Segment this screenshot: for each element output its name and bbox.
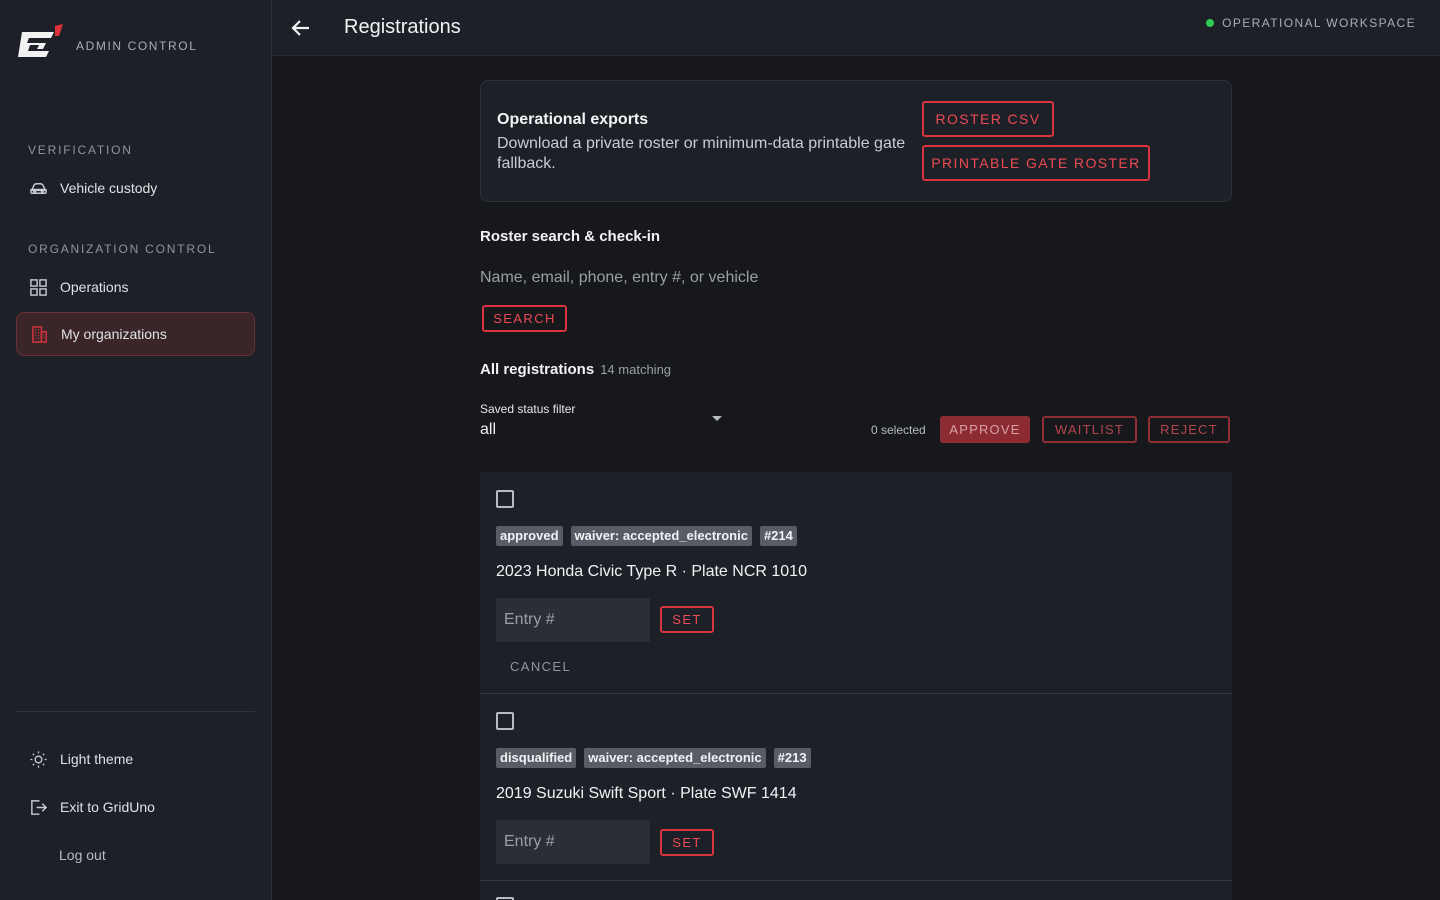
back-arrow-icon[interactable] xyxy=(288,15,314,41)
set-entry-button[interactable]: SET xyxy=(660,829,714,856)
sidebar-item-label: Vehicle custody xyxy=(60,180,158,196)
approve-button[interactable]: APPROVE xyxy=(940,416,1030,443)
vehicle-description: 2023 Honda Civic Type R · Plate NCR 1010 xyxy=(496,563,807,580)
chevron-down-icon[interactable] xyxy=(712,416,722,421)
registration-card: disqualified waiver: accepted_electronic… xyxy=(480,694,1232,881)
status-dot-icon xyxy=(1206,19,1215,27)
status-filter-label: Saved status filter xyxy=(480,402,576,416)
entry-badge: #214 xyxy=(759,526,797,546)
select-checkbox[interactable] xyxy=(496,490,514,508)
reject-button[interactable]: REJECT xyxy=(1148,416,1230,443)
waitlist-button[interactable]: WAITLIST xyxy=(1042,416,1137,443)
search-button[interactable]: SEARCH xyxy=(482,305,567,332)
waiver-badge: waiver: accepted_electronic xyxy=(584,748,766,768)
sidebar-item-vehicle-custody[interactable]: Vehicle custody xyxy=(16,166,255,210)
page-title: Registrations xyxy=(344,16,461,38)
cancel-button[interactable]: CANCEL xyxy=(510,659,571,674)
registration-card: approved waiver: accepted_electronic #21… xyxy=(480,472,1232,694)
brand-label: ADMIN CONTROL xyxy=(76,38,198,53)
workspace-label: OPERATIONAL WORKSPACE xyxy=(1222,16,1416,30)
workspace-status: OPERATIONAL WORKSPACE xyxy=(1206,16,1416,30)
sidebar-item-label: Operations xyxy=(60,279,129,295)
entry-number-input[interactable]: Entry # xyxy=(496,598,650,642)
sidebar-item-operations[interactable]: Operations xyxy=(16,265,255,309)
logo-icon xyxy=(16,24,64,67)
car-icon xyxy=(28,178,48,198)
theme-toggle-label: Light theme xyxy=(60,751,134,767)
sidebar-divider xyxy=(16,711,255,712)
search-input[interactable]: Name, email, phone, entry #, or vehicle xyxy=(480,269,758,287)
sun-icon xyxy=(28,749,48,769)
theme-toggle[interactable]: Light theme xyxy=(16,737,255,781)
registrations-title: All registrations 14 matching xyxy=(480,361,671,378)
sidebar: ADMIN CONTROL VERIFICATION Vehicle custo… xyxy=(0,0,272,900)
exports-title: Operational exports xyxy=(497,111,649,128)
select-checkbox[interactable] xyxy=(496,712,514,730)
nav-section-organization-control: ORGANIZATION CONTROL xyxy=(28,242,217,256)
logout-button[interactable]: Log out xyxy=(16,833,255,877)
logout-label: Log out xyxy=(59,847,106,863)
status-filter-select[interactable]: all xyxy=(480,421,496,439)
waiver-badge: waiver: accepted_electronic xyxy=(570,526,752,546)
printable-gate-roster-button[interactable]: PRINTABLE GATE ROSTER xyxy=(922,145,1150,181)
sidebar-item-label: My organizations xyxy=(61,326,167,342)
tag-row: disqualified waiver: accepted_electronic… xyxy=(496,748,819,768)
registration-card xyxy=(480,881,1232,900)
exports-card: Operational exports Download a private r… xyxy=(480,80,1232,202)
top-bar: Registrations OPERATIONAL WORKSPACE xyxy=(272,0,1440,56)
building-icon xyxy=(29,324,49,344)
exit-link-label: Exit to GridUno xyxy=(60,799,155,815)
nav-section-verification: VERIFICATION xyxy=(28,143,133,157)
registrations-count: 14 matching xyxy=(600,362,672,377)
registrations-title-text: All registrations xyxy=(480,361,595,378)
set-entry-button[interactable]: SET xyxy=(660,606,714,633)
exit-link[interactable]: Exit to GridUno xyxy=(16,785,255,829)
vehicle-description: 2019 Suzuki Swift Sport · Plate SWF 1414 xyxy=(496,785,797,802)
entry-badge: #213 xyxy=(773,748,811,768)
exit-icon xyxy=(28,797,48,817)
selected-count: 0 selected xyxy=(871,423,926,437)
status-badge: approved xyxy=(496,526,563,546)
sidebar-item-my-organizations[interactable]: My organizations xyxy=(16,312,255,356)
tag-row: approved waiver: accepted_electronic #21… xyxy=(496,526,805,546)
status-badge: disqualified xyxy=(496,748,577,768)
grid-icon xyxy=(28,277,48,297)
entry-number-input[interactable]: Entry # xyxy=(496,820,650,864)
exports-description: Download a private roster or minimum-dat… xyxy=(497,135,906,172)
brand[interactable]: ADMIN CONTROL xyxy=(16,24,197,67)
search-title: Roster search & check-in xyxy=(480,228,661,245)
roster-csv-button[interactable]: ROSTER CSV xyxy=(922,101,1054,137)
